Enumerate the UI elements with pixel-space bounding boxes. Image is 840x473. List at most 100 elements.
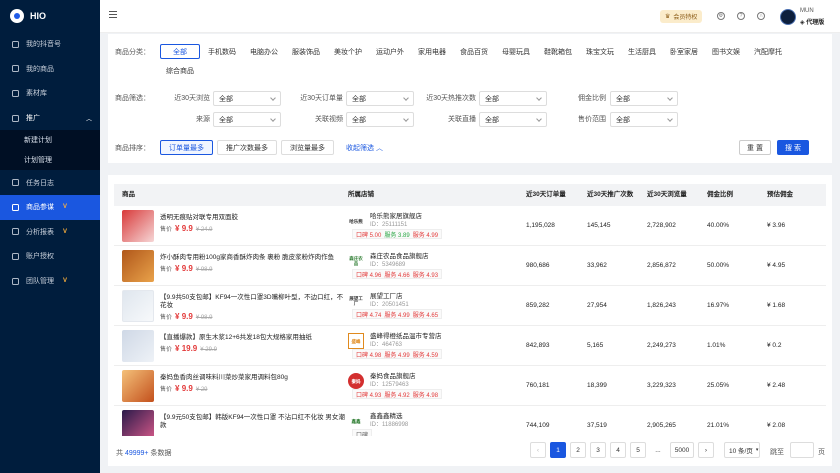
category-item[interactable]: 电脑办公 <box>244 44 284 59</box>
product-price: 售价 ¥ 19.9 ¥ 29.9 <box>160 344 217 353</box>
chevron-down-icon: ▾ <box>755 447 759 453</box>
category-item[interactable]: 综合商品 <box>160 63 200 78</box>
next-page-button[interactable]: › <box>698 442 714 458</box>
sidebar-item-task-log[interactable]: 任务日志 <box>0 170 100 195</box>
sort-views-button[interactable]: 浏览量最多 <box>281 140 334 155</box>
category-item[interactable]: 卧室家居 <box>664 44 704 59</box>
product-image[interactable] <box>122 290 154 322</box>
col-commission[interactable]: 预估佣金 <box>767 184 793 206</box>
commission-cell: ¥ 4.95 <box>767 262 786 269</box>
product-image[interactable] <box>122 410 154 436</box>
app-name: HIO <box>30 11 47 21</box>
headset-icon[interactable]: ∩ <box>757 12 765 20</box>
col-orders[interactable]: 近30天订单量 <box>526 184 566 206</box>
search-button[interactable]: 搜 索 <box>777 140 809 155</box>
col-promos[interactable]: 近30天推广次数 <box>587 184 633 206</box>
product-image[interactable] <box>122 250 154 282</box>
page-ellipsis[interactable]: ... <box>650 442 666 458</box>
table-row[interactable]: 透明无痕贴对联专用双面胶 售价 ¥ 9.9 ¥ 24.9 哈乐熊 哈乐熊家居旗舰店 … <box>114 206 826 246</box>
price-range-select[interactable]: 全部 <box>610 112 678 127</box>
vip-icon: V <box>63 228 68 235</box>
category-item[interactable]: 珠宝文玩 <box>580 44 620 59</box>
page-unit-label: 页 <box>818 449 825 456</box>
sort-orders-button[interactable]: 订单量最多 <box>160 140 213 155</box>
goto-label: 跳至 <box>770 449 784 456</box>
product-name[interactable]: 【9.9元50支包邮】韩版KF94一次性口罩 不沾口红不化妆 男女潮款 <box>160 414 345 430</box>
help-icon[interactable]: ? <box>737 12 745 20</box>
table-row[interactable]: 炸小酥肉专用粉100g家商香酥炸肉条 裹粉 脆皮浆粉炸肉作鱼 售价 ¥ 9.9 ¥ … <box>114 246 826 286</box>
col-product: 商品 <box>122 191 135 198</box>
product-name[interactable]: 炸小酥肉专用粉100g家商香酥炸肉条 裹粉 脆皮浆粉炸肉作鱼 <box>160 254 345 262</box>
category-item[interactable]: 母婴玩具 <box>496 44 536 59</box>
product-name[interactable]: 【9.9共50支包邮】KF94一次性口罩3D嘴柳叶型，不边口红，不花妆 <box>160 294 345 310</box>
menu-toggle-icon[interactable] <box>109 11 117 18</box>
table-row[interactable]: 【直播爆款】原生木浆12+6共发18包大规格家用抽纸 售价 ¥ 19.9 ¥ 29.… <box>114 326 826 366</box>
page-button[interactable]: 1 <box>550 442 566 458</box>
avatar[interactable] <box>780 9 796 25</box>
page-button[interactable]: 2 <box>570 442 586 458</box>
chevron-down-icon <box>270 115 276 122</box>
category-item[interactable]: 美妆个护 <box>328 44 368 59</box>
vip-privilege-button[interactable]: ♛ 会员特权 <box>660 10 703 23</box>
category-item[interactable]: 食品百货 <box>454 44 494 59</box>
category-item[interactable]: 生活厨具 <box>622 44 662 59</box>
col-rate[interactable]: 佣金比例 <box>707 184 733 206</box>
sidebar-item-reports[interactable]: 分析报表 V <box>0 220 100 245</box>
app-logo[interactable]: HIO <box>0 0 100 32</box>
live-select[interactable]: 全部 <box>479 112 547 127</box>
video-select[interactable]: 全部 <box>346 112 414 127</box>
product-name[interactable]: 透明无痕贴对联专用双面胶 <box>160 214 345 222</box>
category-item[interactable]: 图书文娱 <box>706 44 746 59</box>
rate-cell: 40.00% <box>707 222 730 229</box>
shop-id: ID：5349689 <box>370 262 406 268</box>
sidebar-item-douyin[interactable]: 我的抖音号 <box>0 32 100 57</box>
category-label: 商品分类： <box>115 48 150 56</box>
shop-logo: 森庄农品 <box>349 256 363 266</box>
page-button[interactable]: 5000 <box>670 442 694 458</box>
goto-page-input[interactable] <box>790 442 814 458</box>
source-select[interactable]: 全部 <box>213 112 281 127</box>
sidebar-item-new-plan[interactable]: 新建计划 <box>0 130 100 151</box>
sidebar-item-plan-manage[interactable]: 计划管理 <box>0 150 100 171</box>
hot-push-select[interactable]: 全部 <box>479 91 547 106</box>
sidebar-item-team[interactable]: 团队管理 V <box>0 269 100 294</box>
page-button[interactable]: 3 <box>590 442 606 458</box>
page-button[interactable]: 4 <box>610 442 626 458</box>
table-row[interactable]: 【9.9元50支包邮】韩版KF94一次性口罩 不沾口红不化妆 男女潮款 鑫鑫 鑫… <box>114 406 826 436</box>
log-icon <box>12 179 19 187</box>
product-name[interactable]: 秦妈鱼香肉丝调味料川菜炒菜家用调料包80g <box>160 374 345 382</box>
page-size-select[interactable]: 10 条/页 ▾ <box>724 442 760 458</box>
category-item[interactable]: 汽配摩托 <box>748 44 788 59</box>
product-image[interactable] <box>122 210 154 242</box>
sidebar-item-products[interactable]: 我的商品 <box>0 57 100 82</box>
product-image[interactable] <box>122 330 154 362</box>
reset-button[interactable]: 重 置 <box>739 140 771 155</box>
sidebar-item-product-advisor[interactable]: 商品参谋 V <box>0 194 100 220</box>
settings-icon[interactable]: ⚙ <box>717 12 725 20</box>
table-row[interactable]: 【9.9共50支包邮】KF94一次性口罩3D嘴柳叶型，不边口红，不花妆 售价 ¥ … <box>114 286 826 326</box>
shop-logo: 哈乐熊 <box>349 218 363 224</box>
table-row[interactable]: 秦妈鱼香肉丝调味料川菜炒菜家用调料包80g 售价 ¥ 9.9 ¥ 29 秦妈 秦妈食… <box>114 366 826 406</box>
category-item[interactable]: 鞋靴箱包 <box>538 44 578 59</box>
product-image[interactable] <box>122 370 154 402</box>
sidebar-item-auth[interactable]: 账户授权 <box>0 244 100 269</box>
page-button[interactable]: 5 <box>630 442 646 458</box>
col-views[interactable]: 近30天浏览量 <box>647 184 687 206</box>
category-item[interactable]: 运动户外 <box>370 44 410 59</box>
orders-cell: 1,195,028 <box>526 222 555 229</box>
orders-select[interactable]: 全部 <box>346 91 414 106</box>
sidebar-item-promotion[interactable]: 推广 ︿ <box>0 106 100 131</box>
category-item[interactable]: 手机数码 <box>202 44 242 59</box>
category-item[interactable]: 服装饰品 <box>286 44 326 59</box>
category-item[interactable]: 家用电器 <box>412 44 452 59</box>
shop-id: ID：25111151 <box>370 222 408 228</box>
sidebar-item-materials[interactable]: 素材库 <box>0 81 100 106</box>
views-select[interactable]: 全部 <box>213 91 281 106</box>
commission-select[interactable]: 全部 <box>610 91 678 106</box>
category-all[interactable]: 全部 <box>160 44 200 59</box>
sort-promos-button[interactable]: 推广次数最多 <box>217 140 277 155</box>
collapse-filter-link[interactable]: 收起筛选 ︿ <box>346 143 383 153</box>
prev-page-button[interactable]: ‹ <box>530 442 546 458</box>
product-name[interactable]: 【直播爆款】原生木浆12+6共发18包大规格家用抽纸 <box>160 334 345 342</box>
shop-scores: 口碑 5.00 服务 3.89 服务 4.99 <box>352 229 443 239</box>
